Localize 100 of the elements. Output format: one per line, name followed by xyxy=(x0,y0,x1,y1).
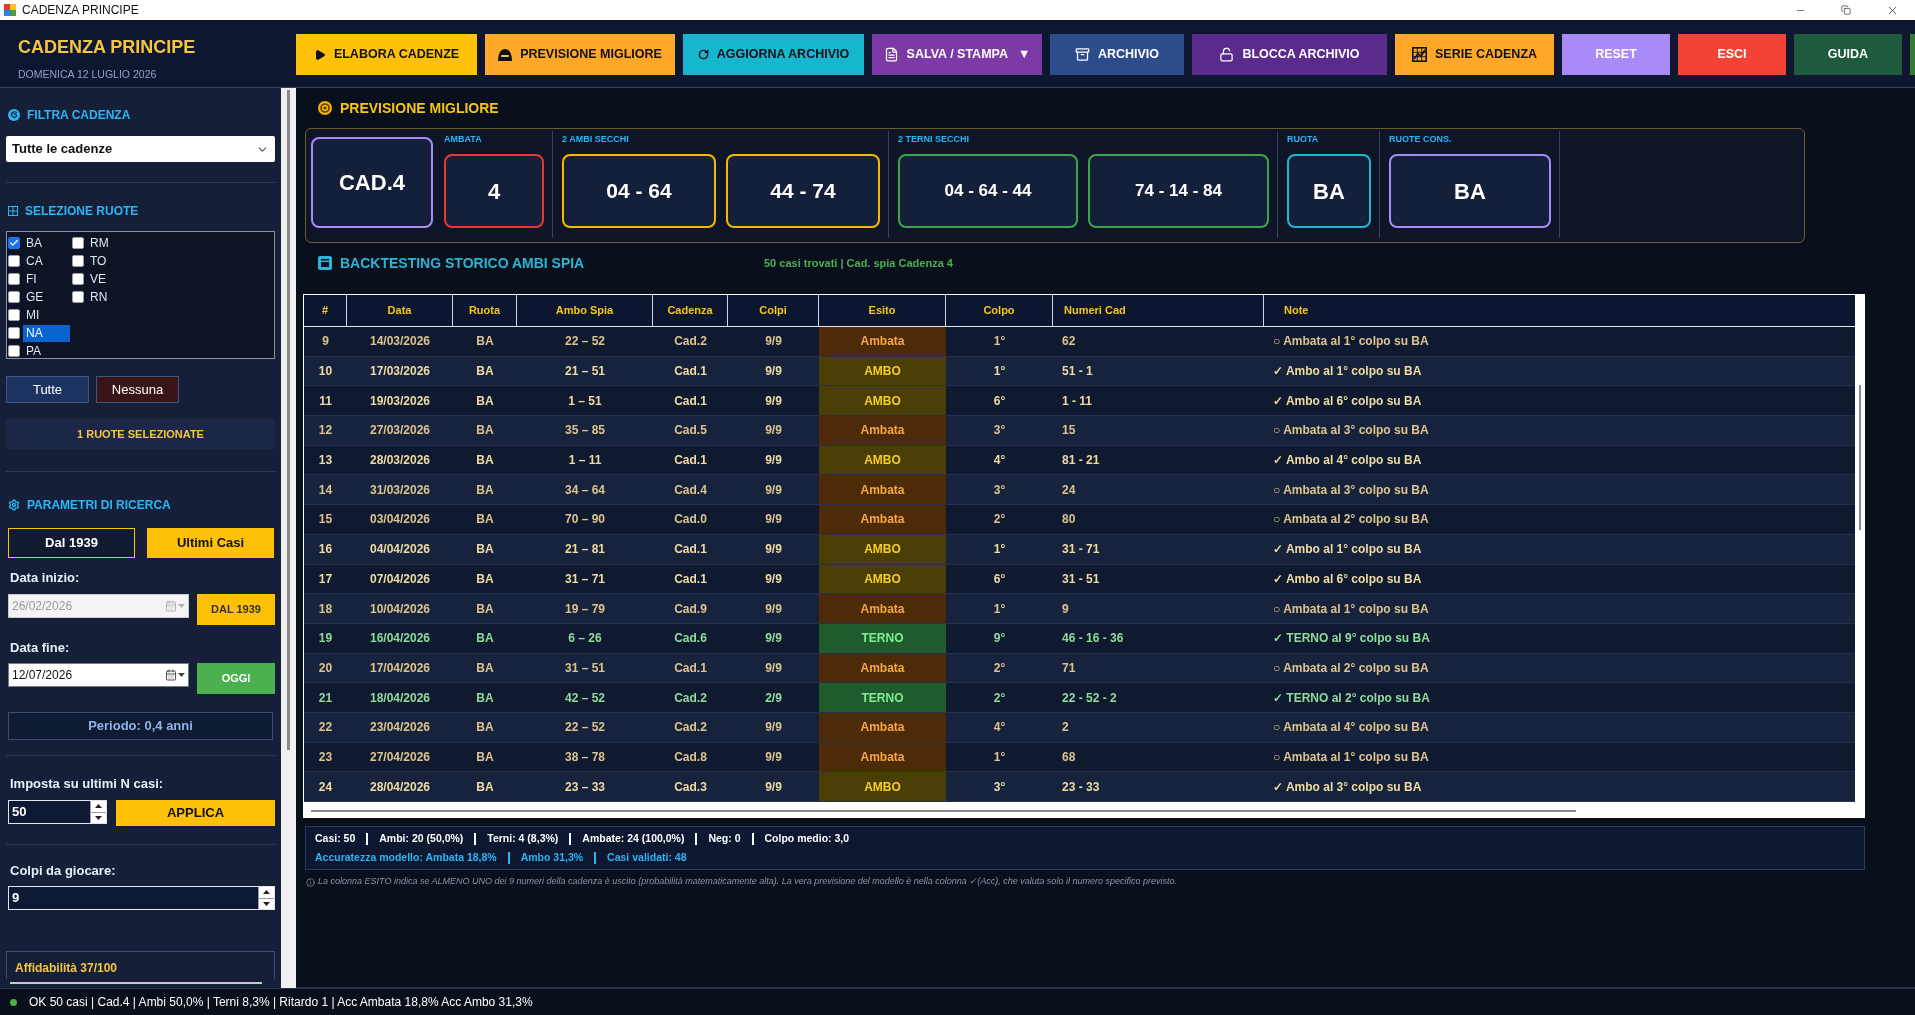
checkbox[interactable] xyxy=(8,291,20,303)
table-cell-text: Cad.1 xyxy=(673,659,708,677)
column-header[interactable]: Cadenza xyxy=(653,295,728,326)
table-cell-text: 9/9 xyxy=(764,363,783,381)
checkbox[interactable] xyxy=(8,237,20,249)
table-cell-text: 9/9 xyxy=(764,600,783,618)
table-cell-text: 9/9 xyxy=(764,659,783,677)
table-cell-text: 22 - 52 - 2 xyxy=(1061,689,1118,707)
column-header[interactable]: Data xyxy=(347,295,453,326)
column-header[interactable]: Esito xyxy=(819,295,946,326)
vertical-scrollbar[interactable] xyxy=(281,88,296,988)
table-cell-text: 15 xyxy=(317,511,334,529)
date-label: DOMENICA 12 LUGLIO 2026 xyxy=(18,68,158,81)
table-cell-text: 6 – 26 xyxy=(567,630,603,648)
checkbox-label[interactable]: BA xyxy=(23,234,45,252)
table-cell-text: 2° xyxy=(992,511,1007,529)
number-field[interactable]: 9 xyxy=(8,886,275,910)
table-cell-text: 1 - 11 xyxy=(1061,392,1094,410)
toolbar-button[interactable]: BLOCCA ARCHIVIO xyxy=(1192,34,1387,75)
apply-button[interactable]: APPLICA xyxy=(116,800,275,826)
result-cell: Ambata xyxy=(819,475,946,505)
column-header[interactable]: Note xyxy=(1264,295,1855,326)
checkbox[interactable] xyxy=(8,273,20,285)
checkbox[interactable] xyxy=(72,237,84,249)
table-cell-text: 9/9 xyxy=(764,481,783,499)
column-header[interactable]: Ambo Spia xyxy=(517,295,653,326)
table-cell-text: 23 xyxy=(317,748,334,766)
spiral-icon xyxy=(8,109,20,121)
caret-down-icon xyxy=(263,901,270,906)
column-header[interactable]: # xyxy=(304,295,347,326)
checkbox[interactable] xyxy=(8,327,20,339)
toolbar-button[interactable]: ESCI xyxy=(1678,34,1786,75)
table-cell-text: ✓ Ambo al 3° colpo su BA xyxy=(1272,778,1423,796)
select-button[interactable]: Nessuna xyxy=(96,376,179,403)
checkbox[interactable] xyxy=(72,255,84,267)
caret-up-icon xyxy=(95,804,102,809)
stat-text: Casi: 50 xyxy=(315,831,356,847)
checkbox-label[interactable]: RN xyxy=(87,288,111,306)
checkbox-label[interactable]: FI xyxy=(23,270,40,288)
number-field[interactable]: 50 xyxy=(8,800,107,824)
toggle-button[interactable]: Dal 1939 xyxy=(8,528,135,558)
checkbox[interactable] xyxy=(72,273,84,285)
toolbar-button[interactable]: GUIDA xyxy=(1794,34,1902,75)
table-cell-text: 62 xyxy=(1061,333,1077,351)
select-button[interactable]: Tutte xyxy=(6,376,89,403)
toolbar-button[interactable]: ELABORA CADENZE xyxy=(296,34,477,75)
table-cell-text: 9/9 xyxy=(764,719,783,737)
table-cell-text: 13 xyxy=(317,452,334,470)
toolbar-button[interactable]: AGGIORNA ARCHIVIO xyxy=(683,34,864,75)
toolbar-button[interactable]: ARCHIVIO xyxy=(1050,34,1184,75)
caret-down-icon xyxy=(178,604,185,608)
table-cell-text: 70 – 90 xyxy=(563,511,606,529)
table-cell-text: BA xyxy=(475,689,495,707)
table-cell-text: 3° xyxy=(992,422,1007,440)
table-cell-text: 31 - 71 xyxy=(1061,541,1101,559)
checkbox-label[interactable]: NA xyxy=(23,324,70,342)
table-cell-text: ○ Ambata al 1° colpo su BA xyxy=(1272,600,1430,618)
table-cell-text: 68 xyxy=(1061,748,1077,766)
table-cell-text: ○ Ambata al 3° colpo su BA xyxy=(1272,422,1430,440)
spin-up-button[interactable] xyxy=(91,801,106,813)
table-cell-text: BA xyxy=(475,333,495,351)
checkbox-label[interactable]: CA xyxy=(23,252,46,270)
checkbox[interactable] xyxy=(72,291,84,303)
result-cell: TERNO xyxy=(819,623,946,653)
checkbox[interactable] xyxy=(8,309,20,321)
table-cell-text: 81 - 21 xyxy=(1061,452,1101,470)
checkbox-label[interactable]: GE xyxy=(23,288,47,306)
cadence-dropdown[interactable]: Tutte le cadenze xyxy=(6,136,275,162)
toggle-button[interactable]: Ultimi Casi xyxy=(147,528,274,558)
table-cell-text: 9/9 xyxy=(764,748,783,766)
table-cell-text: 42 – 52 xyxy=(563,689,606,707)
checkbox-label[interactable]: TO xyxy=(87,252,110,270)
checkbox-label[interactable]: VE xyxy=(87,270,109,288)
table-cell-text: 6° xyxy=(992,392,1007,410)
column-header[interactable]: Numeri Cad xyxy=(1053,295,1264,326)
column-header[interactable]: Ruota xyxy=(453,295,517,326)
dome-icon xyxy=(498,48,513,61)
spin-up-button[interactable] xyxy=(259,887,274,899)
toolbar-button[interactable]: SALVA / STAMPA ▼ xyxy=(872,34,1042,75)
table-cell-text: 22 xyxy=(317,719,334,737)
accuracy-text: Casi validati: 48 xyxy=(607,850,687,866)
table-cell-text: 9/9 xyxy=(764,452,783,470)
table-cell-text: 31 – 51 xyxy=(563,659,606,677)
checkbox-label[interactable]: PA xyxy=(23,342,45,360)
checkbox[interactable] xyxy=(8,255,20,267)
date-field[interactable]: 12/07/2026 xyxy=(8,663,189,687)
toolbar-button[interactable]: SERIE CADENZA xyxy=(1395,34,1554,75)
checkbox[interactable] xyxy=(8,345,20,357)
checkbox-label[interactable]: MI xyxy=(23,306,43,324)
table-cell-text: 2 xyxy=(1061,719,1070,737)
table-cell-text: ○ Ambata al 4° colpo su BA xyxy=(1272,719,1430,737)
checkbox-label[interactable]: RM xyxy=(87,234,112,252)
table-cell-text: Cad.5 xyxy=(673,422,708,440)
toolbar-button[interactable]: PREVISIONE MIGLIORE xyxy=(485,34,675,75)
target-icon xyxy=(318,101,332,115)
table-cell-text: BA xyxy=(475,392,495,410)
column-header[interactable]: Colpi xyxy=(728,295,819,326)
table-cell-text: 9/9 xyxy=(764,570,783,588)
column-header[interactable]: Colpo xyxy=(946,295,1053,326)
result-cell: Ambata xyxy=(819,416,946,445)
